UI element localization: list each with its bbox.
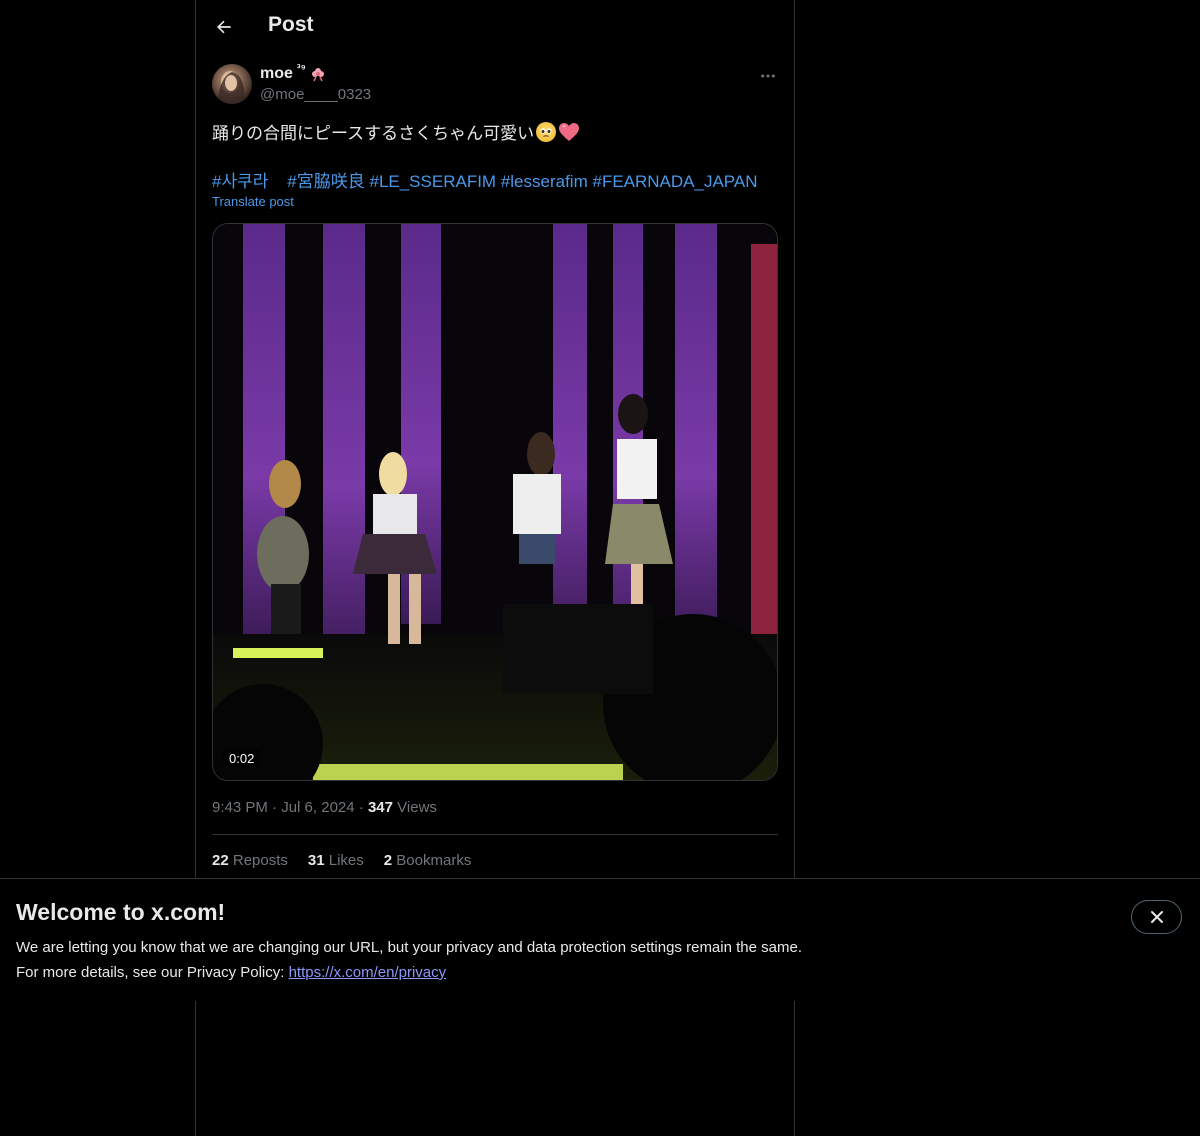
post-meta: 9:43 PM · Jul 6, 2024 · 347 Views (212, 799, 437, 816)
meta-separator: · (272, 799, 282, 816)
close-banner-button[interactable] (1131, 900, 1182, 934)
stat-label: Likes (328, 852, 364, 869)
views-count: 347 (367, 799, 393, 816)
video-duration: 0:02 (223, 749, 261, 768)
page-title: Post (268, 13, 314, 36)
post-time[interactable]: 9:43 PM (212, 799, 268, 816)
back-button[interactable] (208, 11, 240, 43)
hashtag-link[interactable]: #FEARNADA_JAPAN (592, 172, 757, 191)
flower-icon (311, 68, 324, 82)
reposts-stat[interactable]: 22 Reposts (212, 852, 288, 869)
banner-line: For more details, see our Privacy Policy… (16, 960, 802, 985)
post-body: 踊りの合間にピースするさくちゃん可愛い (212, 124, 535, 143)
display-name-text: moe (260, 65, 293, 82)
hashtag-link[interactable]: #宮脇咲良 (287, 172, 364, 191)
banner-title: Welcome to x.com! (16, 899, 226, 925)
stat-label: Bookmarks (396, 852, 472, 869)
author-handle[interactable]: @moe____0323 (260, 86, 371, 103)
engagement-stats: 22 Reposts 31 Likes 2 Bookmarks (212, 852, 471, 869)
post-date[interactable]: Jul 6, 2024 (281, 799, 354, 816)
translate-post-link[interactable]: Translate post (212, 194, 294, 209)
stat-label: Reposts (232, 852, 288, 869)
pleading-face-icon (536, 121, 557, 142)
welcome-banner: Welcome to x.com! We are letting you kno… (0, 878, 1200, 1001)
heart-icon (559, 122, 580, 141)
hashtag-link[interactable]: #사쿠라 (212, 172, 268, 191)
stat-count: 2 (383, 852, 393, 869)
likes-stat[interactable]: 31 Likes (308, 852, 364, 869)
privacy-policy-link[interactable]: https://x.com/en/privacy (289, 964, 447, 981)
more-horizontal-icon (761, 74, 775, 78)
name-badge: ³⁹ (296, 63, 306, 75)
hashtag-link[interactable]: #LE_SSERAFIM (369, 172, 496, 191)
banner-line-prefix: For more details, see our Privacy Policy… (16, 964, 289, 981)
divider (212, 834, 778, 835)
author-name[interactable]: moe ³⁹ (260, 63, 326, 83)
post-text: 踊りの合間にピースするさくちゃん可愛い (212, 119, 580, 144)
banner-text: We are letting you know that we are chan… (16, 935, 802, 985)
stat-count: 31 (307, 852, 325, 869)
video-frame (213, 224, 777, 780)
close-icon (1150, 911, 1163, 923)
hashtag-link[interactable]: #lesserafim (501, 172, 588, 191)
views-label: Views (397, 799, 437, 816)
video-player[interactable]: 0:02 (212, 223, 778, 781)
arrow-left-icon (217, 20, 231, 34)
meta-separator: · (358, 799, 368, 816)
avatar[interactable] (212, 64, 252, 104)
banner-line: We are letting you know that we are chan… (16, 939, 802, 956)
stat-count: 22 (212, 852, 229, 869)
more-button[interactable] (754, 62, 782, 90)
hashtag-list: #사쿠라 #宮脇咲良 #LE_SSERAFIM #lesserafim #FEA… (212, 167, 758, 192)
bookmarks-stat[interactable]: 2 Bookmarks (384, 852, 472, 869)
top-bar: Post (196, 0, 794, 54)
